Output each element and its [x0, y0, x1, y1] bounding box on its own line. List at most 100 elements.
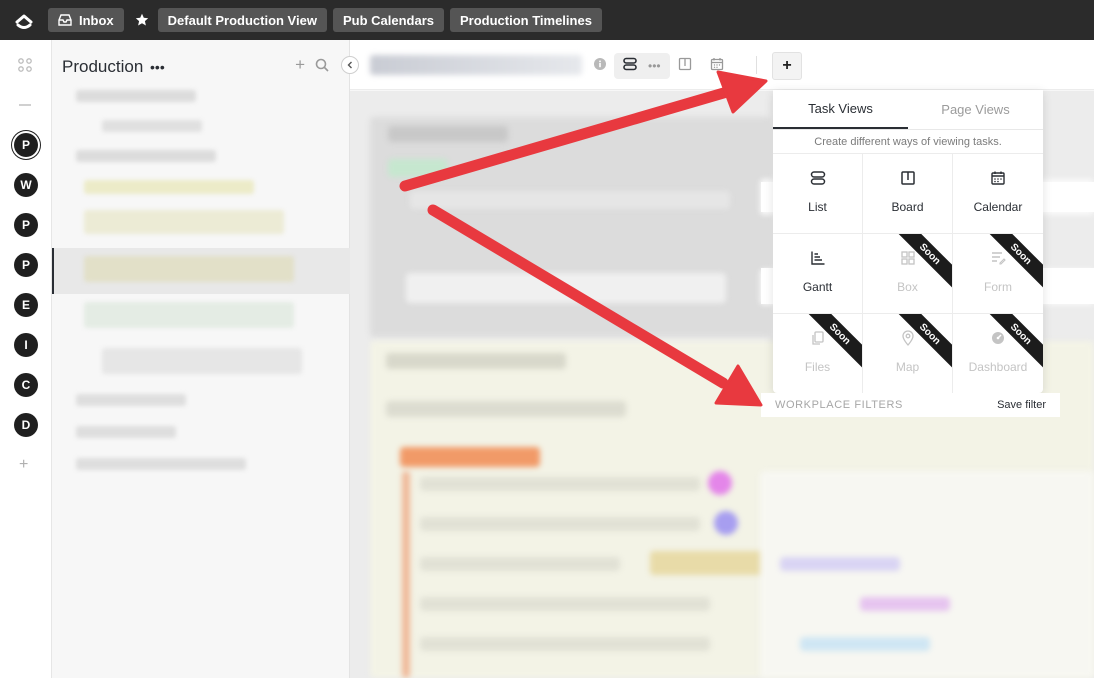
- background-strip: [1043, 182, 1094, 212]
- workspace-avatar[interactable]: C: [14, 373, 38, 397]
- blurred-panel: [780, 557, 900, 571]
- view-option-calendar[interactable]: Calendar: [953, 154, 1043, 234]
- blurred-panel: [402, 471, 410, 678]
- list-item[interactable]: [102, 348, 302, 374]
- view-option-label: Dashboard: [968, 359, 1028, 374]
- blurred-panel: [714, 511, 738, 535]
- workspace-rail: P W P P E I C D +: [0, 40, 52, 678]
- blurred-panel: [420, 517, 700, 531]
- list-item[interactable]: [84, 256, 294, 282]
- clickup-logo-icon[interactable]: [0, 0, 48, 40]
- workspace-avatar[interactable]: E: [14, 293, 38, 317]
- view-option-label: Map: [895, 359, 920, 374]
- blurred-panel: [400, 447, 540, 467]
- workspace-avatar[interactable]: D: [14, 413, 38, 437]
- list-item[interactable]: [76, 458, 246, 470]
- inbox-icon: [58, 14, 72, 26]
- sidebar-menu-icon[interactable]: •••: [150, 59, 165, 75]
- view-option-board[interactable]: Board: [863, 154, 953, 234]
- blurred-panel: [420, 597, 710, 611]
- blurred-panel: [388, 126, 508, 142]
- list-item[interactable]: [76, 394, 186, 406]
- list-title: [370, 55, 582, 75]
- view-option-label: Gantt: [802, 279, 833, 294]
- add-icon[interactable]: +: [295, 56, 305, 77]
- background-strip: [1043, 268, 1094, 304]
- list-item[interactable]: [84, 210, 284, 234]
- inbox-button[interactable]: Inbox: [48, 8, 124, 32]
- blurred-panel: [420, 637, 710, 651]
- blurred-panel: [800, 637, 930, 651]
- workspace-avatar[interactable]: W: [14, 173, 38, 197]
- board-view-icon[interactable]: [678, 57, 692, 76]
- tab-task-views[interactable]: Task Views: [773, 90, 908, 129]
- top-bar: Inbox Default Production View Pub Calend…: [0, 0, 1094, 40]
- popup-subtitle: Create different ways of viewing tasks.: [773, 130, 1043, 154]
- blurred-panel: [406, 273, 726, 303]
- view-option-list[interactable]: List: [773, 154, 863, 234]
- list-item[interactable]: [102, 120, 202, 132]
- list-view-icon: [623, 57, 638, 76]
- blurred-panel: [386, 401, 626, 417]
- sidebar-title-text: Production: [62, 57, 144, 76]
- list-view-tab[interactable]: •••: [614, 53, 670, 79]
- view-option-label: Board: [891, 199, 924, 214]
- workspace-avatar[interactable]: P: [14, 133, 38, 157]
- sidebar: Production ••• +: [52, 40, 350, 678]
- dashboard-icon: [990, 328, 1006, 348]
- view-option-map: Map Soon: [863, 314, 953, 394]
- star-icon[interactable]: [130, 8, 154, 32]
- view-option-label: List: [808, 199, 827, 214]
- view-option-label: Box: [897, 279, 918, 294]
- list-icon: [810, 168, 826, 188]
- info-icon[interactable]: [594, 57, 606, 75]
- add-workspace-icon[interactable]: +: [19, 456, 28, 474]
- breadcrumb-pub-calendars[interactable]: Pub Calendars: [332, 8, 444, 32]
- view-option-files: Files Soon: [773, 314, 863, 394]
- workplace-filters-bar: WORKPLACE FILTERS Save filter: [761, 393, 1060, 417]
- blurred-panel: [650, 551, 770, 575]
- divider: [756, 56, 757, 74]
- workspace-avatar[interactable]: I: [14, 333, 38, 357]
- inbox-label: Inbox: [79, 12, 114, 28]
- box-icon: [900, 248, 916, 268]
- calendar-icon: [990, 168, 1006, 188]
- blurred-panel: [386, 353, 566, 369]
- blurred-panel: [420, 477, 700, 491]
- list-item[interactable]: [76, 150, 216, 162]
- files-icon: [810, 328, 826, 348]
- tab-page-views[interactable]: Page Views: [908, 90, 1043, 129]
- view-menu-icon[interactable]: •••: [648, 59, 661, 73]
- view-option-form: Form Soon: [953, 234, 1043, 314]
- add-view-button[interactable]: +: [772, 52, 802, 80]
- board-icon: [900, 168, 916, 188]
- breadcrumb-production-timelines[interactable]: Production Timelines: [449, 8, 602, 32]
- add-view-popup: Task Views Page Views Create different w…: [773, 90, 1043, 394]
- view-option-dashboard: Dashboard Soon: [953, 314, 1043, 394]
- map-icon: [900, 328, 916, 348]
- collapse-sidebar-button[interactable]: [341, 56, 359, 74]
- search-icon[interactable]: [315, 58, 329, 77]
- breadcrumb-default-production-view[interactable]: Default Production View: [157, 8, 327, 32]
- list-item[interactable]: [76, 90, 196, 102]
- view-header: ••• +: [350, 40, 1094, 90]
- sidebar-title: Production •••: [62, 57, 165, 77]
- view-option-box: Box Soon: [863, 234, 953, 314]
- selection-marker: [52, 248, 54, 294]
- list-item[interactable]: [84, 180, 254, 194]
- workspace-avatar[interactable]: P: [14, 253, 38, 277]
- list-item[interactable]: [76, 426, 176, 438]
- blurred-panel: [708, 471, 732, 495]
- workspace-avatar[interactable]: P: [14, 213, 38, 237]
- list-item[interactable]: [84, 302, 294, 328]
- blurred-panel: [860, 597, 950, 611]
- view-option-gantt[interactable]: Gantt: [773, 234, 863, 314]
- gantt-icon: [810, 248, 826, 268]
- blurred-panel: [410, 191, 730, 209]
- calendar-view-icon[interactable]: [710, 57, 724, 76]
- apps-grid-icon[interactable]: [18, 58, 32, 77]
- view-option-label: Files: [804, 359, 831, 374]
- divider: [19, 104, 31, 106]
- view-option-label: Calendar: [973, 199, 1023, 214]
- save-filter-button[interactable]: Save filter: [997, 399, 1046, 411]
